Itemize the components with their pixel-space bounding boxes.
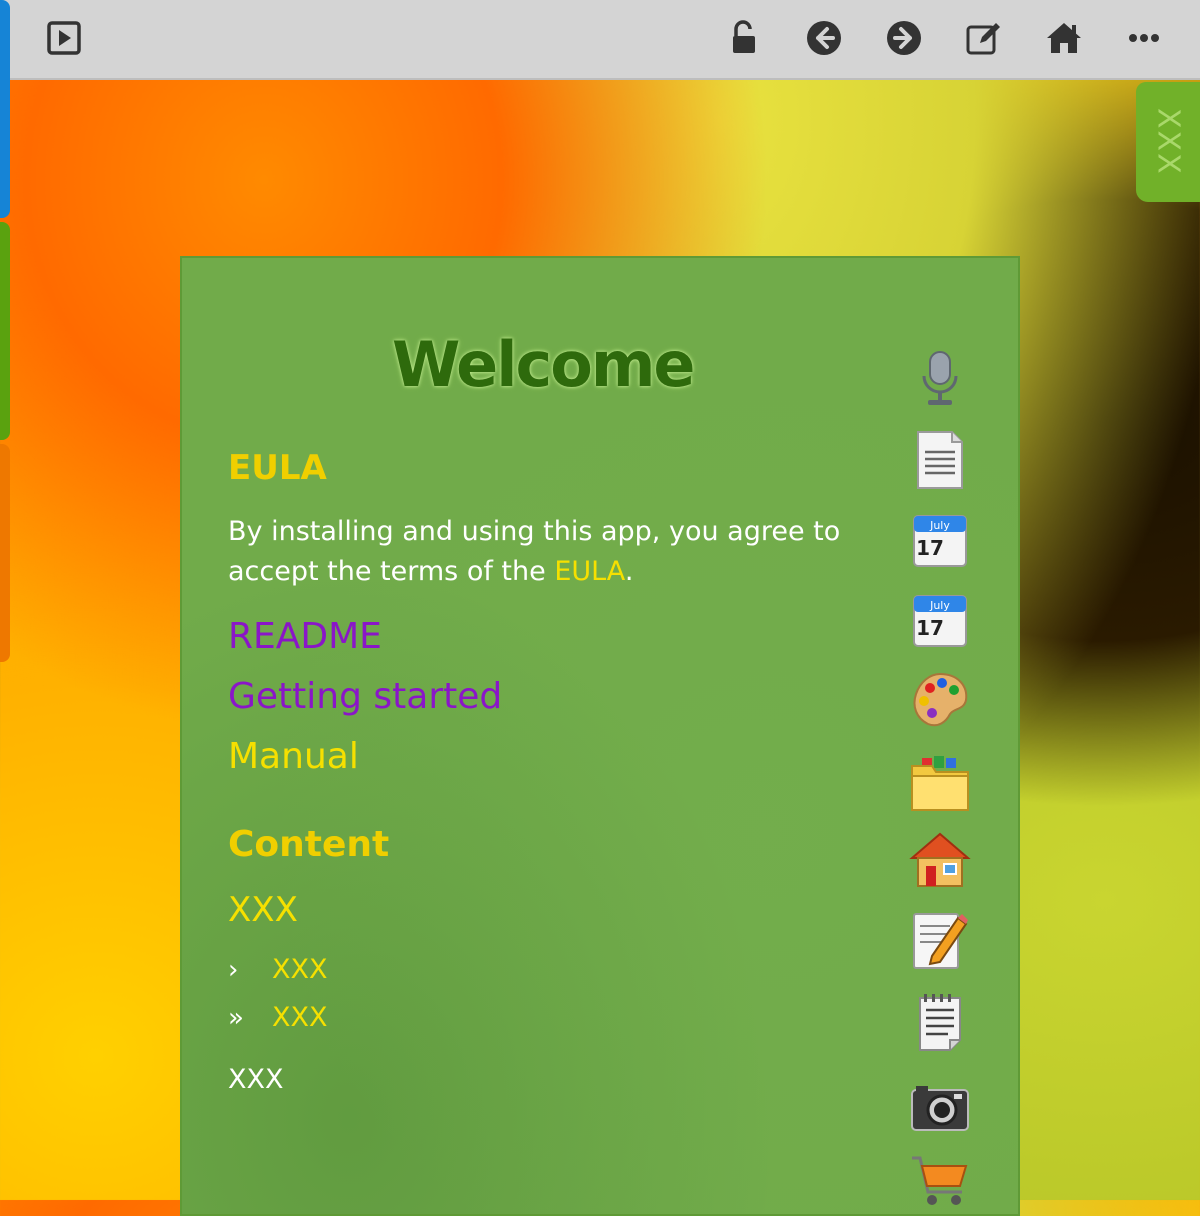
palette-icon[interactable]	[908, 668, 972, 732]
play-box-icon[interactable]	[42, 16, 86, 60]
manual-link[interactable]: Manual	[228, 736, 359, 777]
readme-link[interactable]: README	[228, 616, 382, 657]
home-icon[interactable]	[1042, 16, 1086, 60]
eula-text-before: By installing and using this app, you ag…	[228, 516, 841, 587]
sub-item[interactable]: › XXX	[228, 954, 328, 985]
shopping-cart-icon[interactable]	[908, 1148, 972, 1212]
right-side-tab[interactable]: XXX	[1136, 82, 1200, 202]
document-icon[interactable]	[908, 428, 972, 492]
welcome-panel: Welcome EULA By installing and using thi…	[180, 256, 1020, 1216]
content-heading: Content	[228, 824, 390, 865]
house-icon[interactable]	[908, 828, 972, 892]
sub-item-label: XXX	[272, 1002, 328, 1033]
notepad-icon[interactable]	[908, 990, 972, 1054]
edit-icon[interactable]	[962, 16, 1006, 60]
unlock-icon[interactable]	[722, 16, 766, 60]
page-title: Welcome	[392, 328, 695, 401]
footer-item[interactable]: XXX	[228, 1064, 284, 1095]
microphone-icon[interactable]	[908, 346, 972, 410]
more-icon[interactable]	[1122, 16, 1166, 60]
getting-started-link[interactable]: Getting started	[228, 676, 502, 717]
edge-tab-blue[interactable]	[0, 0, 10, 218]
camera-icon[interactable]	[908, 1074, 972, 1138]
calendar-icon[interactable]: July 17	[908, 508, 972, 572]
right-side-tab-label: XXX	[1150, 108, 1186, 176]
forward-arrow-icon[interactable]	[882, 16, 926, 60]
sub-item[interactable]: » XXX	[228, 1002, 328, 1033]
eula-link[interactable]: EULA	[554, 556, 624, 587]
eula-text: By installing and using this app, you ag…	[228, 512, 888, 592]
eula-text-after: .	[624, 556, 634, 587]
calendar-day: 17	[916, 536, 944, 560]
edge-tab-orange[interactable]	[0, 444, 10, 662]
folder-icon[interactable]	[908, 752, 972, 816]
double-chevron-right-icon: »	[228, 1002, 244, 1033]
eula-heading: EULA	[228, 448, 327, 488]
calendar-month: July	[929, 519, 950, 532]
calendar-icon[interactable]: July 17	[908, 588, 972, 652]
calendar-month: July	[929, 599, 950, 612]
top-toolbar	[0, 0, 1200, 80]
edge-tab-green[interactable]	[0, 222, 10, 440]
chevron-right-icon: ›	[228, 954, 239, 985]
note-pencil-icon[interactable]	[908, 908, 972, 972]
content-item[interactable]: XXX	[228, 890, 298, 930]
back-arrow-icon[interactable]	[802, 16, 846, 60]
sub-item-label: XXX	[272, 954, 328, 985]
calendar-day: 17	[916, 616, 944, 640]
